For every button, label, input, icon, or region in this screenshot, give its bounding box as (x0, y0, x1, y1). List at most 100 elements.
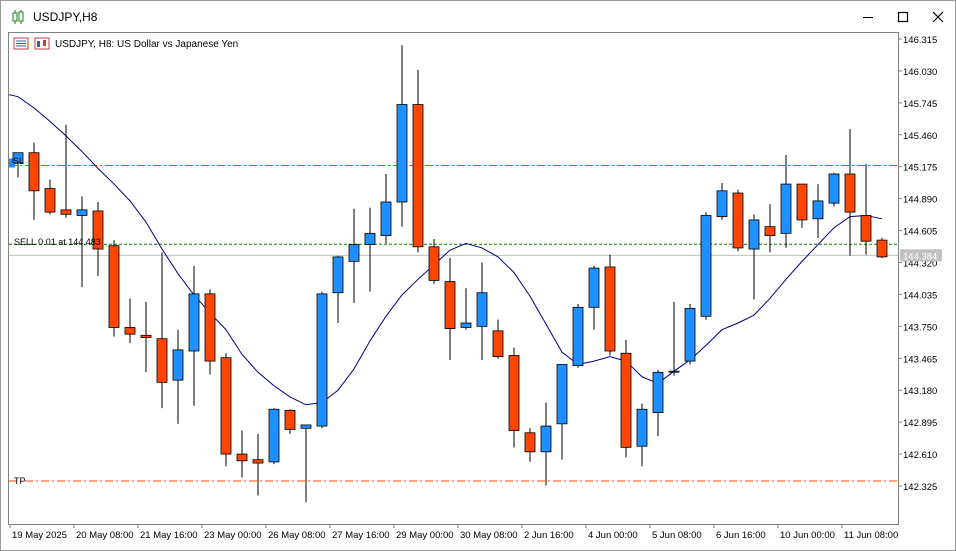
y-tick-label: 142.610 (903, 450, 937, 461)
minimize-button[interactable] (850, 1, 885, 32)
y-tick-label: 143.750 (903, 322, 937, 333)
candle-body (444, 281, 456, 329)
y-tick-label: 144.605 (903, 227, 937, 238)
y-tick-label: 145.745 (903, 99, 937, 110)
candle (316, 291, 328, 429)
candle-body (508, 355, 520, 431)
chart-properties-icon[interactable] (34, 37, 50, 50)
x-tick-label: 29 May 00:00 (396, 530, 454, 541)
candle-body (316, 293, 328, 427)
candle-body (412, 104, 424, 248)
close-button[interactable] (920, 1, 955, 32)
candle-body (572, 306, 584, 366)
candle-body (828, 173, 840, 204)
candle-body (380, 201, 392, 237)
x-tick-label: 30 May 08:00 (460, 530, 518, 541)
candle-body (652, 371, 664, 414)
x-tick-label: 23 May 00:00 (204, 530, 262, 541)
y-tick-label: 145.460 (903, 131, 937, 142)
maximize-button[interactable] (885, 1, 920, 32)
one-click-trading-panel-icon[interactable] (13, 37, 29, 50)
chart-header-label: USDJPY, H8: US Dollar vs Japanese Yen (55, 39, 238, 50)
candle-body (876, 239, 888, 258)
window-title: USDJPY,H8 (33, 9, 98, 24)
chart-area[interactable]: 146.315 146.030 145.745 145.460 145.175 144.8… (7, 32, 951, 547)
candle-body (428, 246, 440, 281)
candle-body (236, 453, 248, 462)
candle (572, 303, 584, 368)
y-tick-label: 144.890 (903, 195, 937, 206)
x-tick-label: 4 Jun 00:00 (588, 530, 638, 541)
chart-background (7, 32, 951, 547)
candle-body (204, 293, 216, 362)
y-tick-label: 146.030 (903, 67, 937, 78)
x-tick-label: 19 May 2025 (12, 530, 67, 541)
candle-body (332, 256, 344, 294)
candle-body (220, 357, 232, 455)
candle (620, 339, 632, 458)
candle-body (524, 432, 536, 453)
candle (828, 172, 840, 207)
candle-body (396, 104, 408, 203)
y-tick-label: 146.315 (903, 35, 937, 46)
candle-body (556, 364, 568, 425)
candle (220, 353, 232, 467)
tp-label[interactable]: TP (14, 476, 26, 486)
chart-window: USDJPY,H8 146.315 146.030 145.745 145.46… (0, 0, 956, 551)
candle-body (44, 188, 56, 213)
candle (268, 408, 280, 465)
candle-body (812, 200, 824, 220)
x-tick-label: 27 May 16:00 (332, 530, 390, 541)
bid-price-tag-label: 144.384 (903, 251, 937, 262)
candle-body (172, 349, 184, 381)
candle-body (252, 459, 264, 464)
candle-body (348, 244, 360, 262)
candle (876, 237, 888, 259)
maximize-icon (897, 11, 908, 22)
candle-body (732, 192, 744, 249)
candle-body (284, 409, 296, 430)
candle-body (748, 219, 760, 250)
sell-order-label[interactable]: SELL 0.01 at 144.483 (14, 237, 101, 247)
y-tick-label: 145.175 (903, 163, 937, 174)
y-tick-label: 144.035 (903, 290, 937, 301)
sl-label[interactable]: SL (13, 156, 24, 166)
title-bar[interactable]: USDJPY,H8 (1, 1, 955, 32)
price-chart[interactable]: 146.315 146.030 145.745 145.460 145.175 144.8… (7, 32, 951, 547)
candle-body (844, 173, 856, 213)
x-tick-label: 20 May 08:00 (76, 530, 134, 541)
minimize-icon (862, 16, 873, 18)
candle-body (700, 215, 712, 317)
candle-body (540, 425, 552, 453)
candle-body (668, 370, 680, 373)
candle-body (492, 330, 504, 358)
candle (604, 254, 616, 356)
x-tick-label: 2 Jun 16:00 (524, 530, 574, 541)
candle (108, 240, 120, 337)
candle-body (716, 190, 728, 217)
x-tick-label: 11 Jun 08:00 (844, 530, 898, 541)
y-tick-label: 142.895 (903, 418, 937, 429)
x-tick-label: 6 Jun 16:00 (716, 530, 766, 541)
x-tick-label: 10 Jun 00:00 (780, 530, 835, 541)
candle (684, 303, 696, 365)
candle-body (76, 209, 88, 216)
candle-body (268, 408, 280, 463)
x-tick-label: 26 May 08:00 (268, 530, 326, 541)
candle (700, 212, 712, 320)
close-icon (932, 11, 943, 22)
candle-body (124, 327, 136, 335)
candlestick-chart-icon (12, 9, 24, 24)
candle-body (140, 334, 152, 338)
x-tick-label: 21 May 16:00 (140, 530, 198, 541)
candle-body (684, 308, 696, 362)
candle-body (588, 267, 600, 308)
candle-body (300, 424, 312, 429)
candle-body (364, 232, 376, 245)
x-tick-label: 5 Jun 08:00 (652, 530, 702, 541)
candle-body (476, 292, 488, 327)
candle-body (460, 322, 472, 328)
candle-body (796, 183, 808, 221)
candle-body (636, 408, 648, 447)
candle-body (60, 209, 72, 215)
